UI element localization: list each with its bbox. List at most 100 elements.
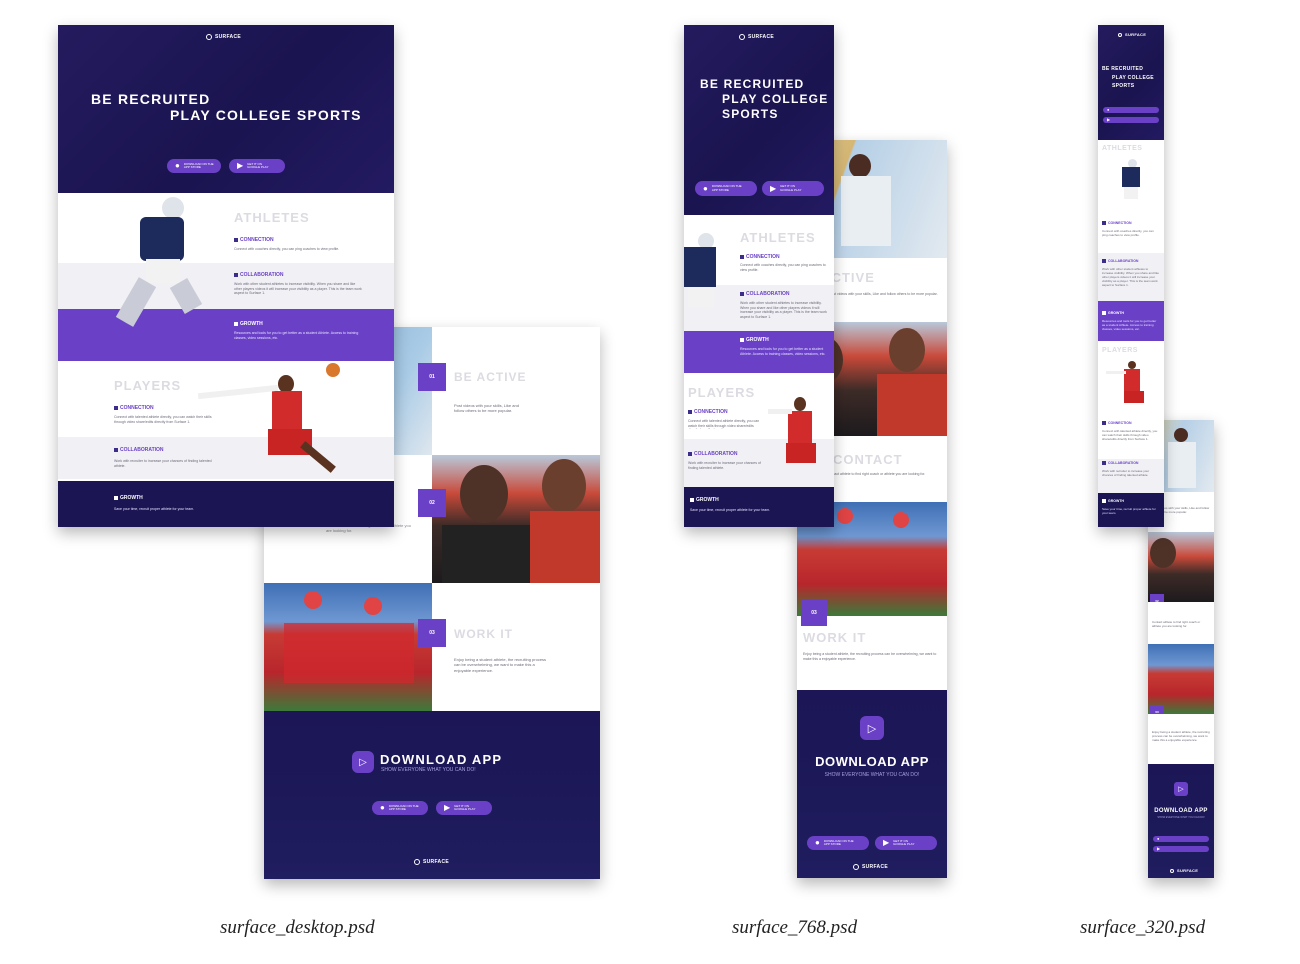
players-connection-label: Connection [114,405,154,411]
football-player-image [115,197,208,357]
apple-icon: ● [175,161,180,170]
mobile-players-connection-label: Connection [1102,421,1132,425]
players-growth-text: Save your time, recruit proper athlete f… [114,507,195,511]
mobile-players-connection-text: Connect with talented athlete directly, … [1102,429,1158,442]
feature-number-02: 02 [418,489,446,517]
desktop-board-1: SURFACE Be Recruited Play College Sports… [58,25,394,527]
athletes-growth-label: Growth [234,321,263,327]
surface-logo-icon [414,859,420,865]
tablet-hero-line2a: Play College [722,92,829,106]
google-play-button[interactable]: ▶ Get it on Google Play [229,159,285,173]
mobile-athletes-connection-label: Connection [1102,221,1132,225]
athletes-connection-label: Connection [234,237,274,243]
tablet-header-logo: SURFACE [739,34,774,40]
tablet-players-growth-text: Save your time, recruit proper athlete f… [690,508,771,512]
mobile-download-title: Download App [1154,808,1208,814]
play-store-icon: ▶ [1107,117,1111,122]
tablet-feature-text-contact: Contact athlete to find right coach or a… [827,472,926,476]
tablet-board-1: SURFACE Be Recruited Play College Sports… [684,25,834,527]
app-store-button[interactable]: ● Download on the App Store [372,801,428,815]
mobile-footer-logo: SURFACE [1170,868,1198,873]
tablet-basketball-player-image [768,393,834,487]
tablet-download-app-icon: ▷ [860,716,884,740]
tablet-google-play-button[interactable]: ▶ Get it on Google Play [875,836,937,850]
feature-text-be-active: Post videos with your skills, Like and f… [454,403,519,414]
tablet-app-store-button-top[interactable]: ● Download on the App Store [695,181,757,196]
surface-logo-icon [739,34,745,40]
tablet-hero-line1: Be Recruited [700,77,805,91]
tablet-feature-title-work-it: Work It [803,630,867,645]
play-store-icon: ▶ [770,183,777,193]
mobile-header-logo: SURFACE [1118,32,1146,37]
tablet-players-collaboration-text: Work with recruiter to increase your cha… [688,461,761,470]
tablet-footer-logo: SURFACE [853,864,888,870]
hero-headline-line2: Play College Sports [170,107,362,123]
tablet-hero-section: SURFACE Be Recruited Play College Sports… [684,25,834,215]
tablet-players-collaboration-label: Collaboration [688,451,738,457]
mobile-google-play-button-top[interactable]: ▶ [1103,117,1159,123]
footer-logo: SURFACE [414,859,449,865]
players-growth-section: Growth Save your time, recruit proper at… [58,481,394,527]
feature-title-be-active: Be Active [454,370,527,384]
download-section: ▷ Download App Show everyone what you ca… [264,711,600,879]
tablet-app-store-button[interactable]: ● Download on the App Store [807,836,869,850]
mobile-players-growth-text: Save your time, recruit proper athlete f… [1102,507,1156,516]
tablet-athletes-growth-label: Growth [740,337,769,343]
mobile-hero-line1: Be Recruited [1102,66,1144,72]
mobile-players-title: Players [1102,347,1138,354]
mobile-hero-section: SURFACE Be Recruited Play College Sports… [1098,25,1164,140]
tablet-athletes-growth-text: Resources and tools for you to get bette… [740,347,826,356]
athletes-title: Athletes [234,210,310,225]
tablet-athletes-title: Athletes [740,230,816,245]
feature-number-03: 03 [418,619,446,647]
athletes-connection-text: Connect with coaches directly, you can p… [234,247,340,251]
tablet-download-title: Download App [815,754,929,769]
tablet-google-play-button-top[interactable]: ▶ Get it on Google Play [762,181,824,196]
athletes-collaboration-label: Collaboration [234,272,284,278]
mobile-google-play-button[interactable]: ▶ [1153,846,1209,852]
mobile-photo-team [1148,644,1214,714]
mobile-football-player-image [1116,159,1146,215]
surface-logo-icon [206,34,212,40]
mobile-athletes-growth-label: Growth [1102,311,1124,315]
basketball-player-image [197,361,374,497]
tablet-players-growth-label: Growth [690,497,719,503]
feature-text-work-it: Enjoy being a student athlete, the recru… [454,657,547,673]
hero-section: SURFACE Be Recruited Play College Sports… [58,25,394,193]
tablet-feature-number-03: 03 [801,600,827,626]
mobile-app-store-button[interactable]: ● [1153,836,1209,842]
apple-icon: ● [380,803,385,812]
download-subtitle: Show everyone what you can do! [381,767,476,773]
mobile-board-1: SURFACE Be Recruited Play College Sports… [1098,25,1164,527]
mobile-download-subtitle: Show everyone what you can do! [1157,816,1205,819]
tablet-players-title: Players [688,385,756,400]
tablet-athletes-collaboration-text: Work with other student athletes to incr… [740,301,827,320]
google-play-button[interactable]: ▶ Get it on Google Play [436,801,492,815]
header-logo: SURFACE [206,34,241,40]
app-store-button[interactable]: ● Download on the App Store [167,159,221,173]
mobile-hero-line2a: Play College [1112,75,1154,81]
mobile-athletes-connection-text: Connect with coaches directly, you can p… [1102,229,1154,238]
athletes-growth-text: Resources and tools for you to get bette… [234,331,359,340]
play-store-icon: ▶ [444,803,451,812]
surface-logo-icon [1118,32,1122,37]
mobile-players-growth-section: Growth Save your time, recruit proper at… [1098,493,1164,527]
tablet-download-section: ▷ Download App Show everyone what you ca… [797,690,947,878]
mobile-athletes-title: Athletes [1102,145,1143,152]
surface-logo-icon [1170,868,1174,873]
tablet-download-subtitle: Show everyone what you can do! [824,772,920,778]
play-store-icon: ▶ [883,838,890,847]
mobile-app-store-button-top[interactable]: ● [1103,107,1159,113]
apple-icon: ● [703,183,708,193]
mobile-photo-coach [1148,532,1214,602]
apple-icon: ● [1157,836,1160,841]
feature-photo-team [264,583,432,711]
caption-tablet: surface_768.psd [732,917,858,938]
mobile-athletes-collaboration-text: Work with other student athletes to incr… [1102,267,1159,288]
play-store-icon: ▶ [1157,846,1161,851]
feature-title-work-it: Work It [454,627,513,641]
mobile-players-growth-label: Growth [1102,499,1124,503]
mobile-athletes-collaboration-label: Collaboration [1102,259,1138,263]
apple-icon: ● [1107,107,1110,112]
tablet-feature-text-work-it: Enjoy being a student athlete, the recru… [803,652,937,661]
